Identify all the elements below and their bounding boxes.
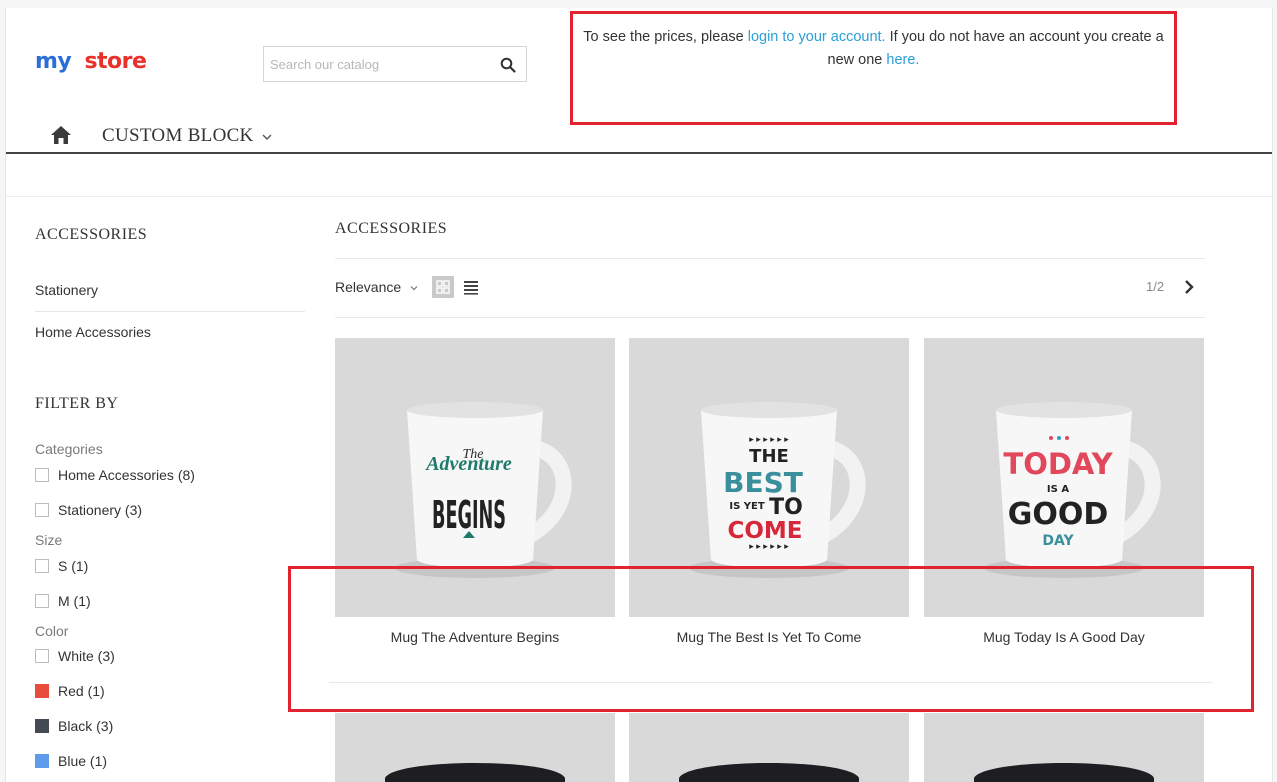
facet-label-color: Color [35,623,69,639]
price-login-notice: To see the prices, please login to your … [570,11,1177,125]
divider [329,682,1212,683]
product-name[interactable]: Mug Today Is A Good Day [924,629,1204,645]
facet-label-size: Size [35,532,63,548]
color-swatch-black[interactable] [35,719,49,733]
home-icon[interactable] [50,125,72,145]
facet-option-label: Red (1) [58,683,105,699]
main-nav: CUSTOM BLOCK [6,116,1272,154]
mug-print-text: IS YET [729,501,764,512]
product-name[interactable]: Mug The Adventure Begins [335,629,615,645]
mug-print-text: BEGINS [432,493,506,537]
mug-print-text: THE [749,446,789,467]
mug-print-text: DAY [1042,533,1074,549]
nav-item-label: CUSTOM BLOCK [102,125,254,146]
checkbox[interactable] [35,468,49,482]
page-title: ACCESSORIES [335,220,448,237]
facet-option-color-black[interactable]: Black (3) [35,716,113,736]
pagination-indicator: 1/2 [1146,279,1165,294]
logo-word-store: store [84,49,147,74]
list-view-icon[interactable] [463,279,479,295]
divider [335,258,1205,259]
color-swatch-red[interactable] [35,684,49,698]
search-input[interactable] [264,47,494,81]
color-swatch-blue[interactable] [35,754,49,768]
notice-text-pre: To see the prices, please [583,29,748,45]
facet-option-color-white[interactable]: White (3) [35,646,115,666]
mug-print-text: IS A [1047,484,1069,495]
product-card-image[interactable]: ▸ ▸ ▸ ▸ ▸ ▸ THE BEST IS YET TO COME ▸ ▸ … [629,338,909,617]
product-card-image[interactable]: The Adventure BEGINS [335,338,615,617]
mug-image: The Adventure BEGINS [395,402,572,578]
facet-option-home-accessories[interactable]: Home Accessories (8) [35,465,195,485]
mug-print-text: GOOD [1008,497,1109,532]
cushion-image [974,763,1154,782]
cushion-image [385,763,565,782]
chevron-down-icon [262,134,272,140]
checkbox[interactable] [35,594,49,608]
facet-label-categories: Categories [35,441,103,457]
facet-option-label: M (1) [58,593,91,609]
product-card-image[interactable]: TODAY IS A GOOD DAY [924,338,1204,617]
facet-option-label: Black (3) [58,718,114,734]
checkbox[interactable] [35,503,49,517]
divider [335,317,1205,318]
color-swatch-white[interactable] [35,649,49,663]
product-card-image[interactable] [335,713,615,782]
search-icon[interactable] [500,57,516,73]
mug-print-text: Adventure [424,453,512,475]
facet-option-size-s[interactable]: S (1) [35,556,88,576]
search-box [263,46,527,82]
chevron-right-icon[interactable] [1183,279,1195,295]
login-link[interactable]: login to your account. [748,29,886,45]
product-card-image[interactable] [924,713,1204,782]
sidebar-item-stationery[interactable]: Stationery [35,282,98,298]
facet-option-label: Blue (1) [58,753,108,769]
mug-print-text: TO [769,495,803,520]
sort-selected-label: Relevance [335,279,402,295]
facet-option-label: Stationery (3) [58,502,143,518]
mug-image: TODAY IS A GOOD DAY [984,402,1161,578]
mug-print-text: TODAY [1003,447,1113,481]
facet-option-label: White (3) [58,648,115,664]
facet-option-stationery[interactable]: Stationery (3) [35,500,142,520]
nav-item-custom-block[interactable]: CUSTOM BLOCK [102,125,273,147]
chevron-down-icon [410,286,418,291]
grid-view-icon [436,280,450,294]
svg-text:▸ ▸ ▸ ▸ ▸ ▸: ▸ ▸ ▸ ▸ ▸ ▸ [749,434,789,444]
facet-option-label: Home Accessories (8) [58,467,195,483]
grid-view-button[interactable] [432,276,454,298]
facet-option-color-blue[interactable]: Blue (1) [35,751,107,771]
register-here-link[interactable]: here. [886,52,919,68]
product-name[interactable]: Mug The Best Is Yet To Come [629,629,909,645]
page-frame: my store To see the prices, please login… [5,8,1273,782]
sort-dropdown[interactable]: Relevance [335,279,419,295]
store-logo[interactable]: my store [35,49,147,74]
product-card-image[interactable] [629,713,909,782]
logo-word-my: my [35,49,72,74]
sidebar-item-home-accessories[interactable]: Home Accessories [35,324,151,340]
svg-text:▸ ▸ ▸ ▸ ▸ ▸: ▸ ▸ ▸ ▸ ▸ ▸ [749,541,789,551]
filter-title: FILTER BY [35,395,119,412]
facet-option-color-red[interactable]: Red (1) [35,681,105,701]
divider [6,196,1272,197]
mug-image: ▸ ▸ ▸ ▸ ▸ ▸ THE BEST IS YET TO COME ▸ ▸ … [689,402,866,578]
sidebar-category-title: ACCESSORIES [35,226,148,243]
facet-option-size-m[interactable]: M (1) [35,591,91,611]
checkbox[interactable] [35,559,49,573]
divider [35,311,305,312]
facet-option-label: S (1) [58,558,89,574]
cushion-image [679,763,859,782]
